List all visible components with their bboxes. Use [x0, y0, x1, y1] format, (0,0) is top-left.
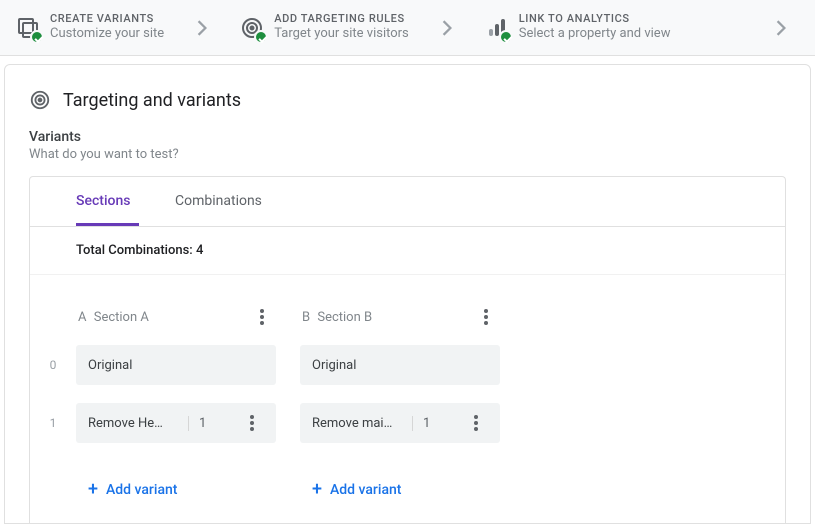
row-index: 1	[30, 403, 76, 443]
section-header-b: B Section B	[300, 299, 500, 345]
check-badge-icon	[499, 30, 513, 44]
targeting-variants-card: Targeting and variants Variants What do …	[4, 64, 811, 524]
variant-weight[interactable]: 1	[188, 416, 222, 431]
variants-hint: What do you want to test?	[5, 145, 810, 176]
add-variant-button[interactable]: + Add variant	[76, 461, 276, 499]
step-subtitle: Select a property and view	[519, 26, 671, 43]
add-variant-button[interactable]: + Add variant	[300, 461, 500, 499]
check-badge-icon	[30, 30, 44, 44]
row-index: 0	[30, 345, 76, 385]
section-menu-button[interactable]	[474, 305, 498, 329]
step-title: ADD TARGETING RULES	[274, 12, 409, 26]
step-subtitle: Customize your site	[50, 26, 164, 43]
variant-menu-button[interactable]	[464, 411, 488, 435]
variant-chip-original[interactable]: Original	[300, 345, 500, 385]
section-menu-button[interactable]	[250, 305, 274, 329]
target-icon	[29, 89, 51, 111]
variant-chip[interactable]: Remove mai… 1	[300, 403, 500, 443]
step-title: CREATE VARIANTS	[50, 12, 164, 26]
chevron-right-icon	[190, 16, 214, 40]
page-title: Targeting and variants	[63, 90, 241, 111]
step-add-targeting[interactable]: ADD TARGETING RULES Target your site vis…	[232, 12, 417, 43]
analytics-icon	[485, 16, 509, 40]
chevron-right-icon	[435, 16, 459, 40]
section-header-a: A Section A	[76, 299, 276, 345]
variant-menu-button[interactable]	[240, 411, 264, 435]
step-create-variants[interactable]: CREATE VARIANTS Customize your site	[8, 12, 172, 43]
setup-stepper: CREATE VARIANTS Customize your site ADD …	[0, 0, 815, 56]
variant-weight[interactable]: 1	[412, 416, 446, 431]
variants-icon	[16, 16, 40, 40]
chevron-right-icon	[769, 16, 793, 40]
tab-sections[interactable]: Sections	[76, 177, 139, 226]
step-subtitle: Target your site visitors	[274, 26, 409, 43]
tab-combinations[interactable]: Combinations	[175, 177, 262, 226]
variant-chip[interactable]: Remove He… 1	[76, 403, 276, 443]
sections-grid: A Section A B Section B 0 Original Origi…	[30, 275, 785, 523]
panel-tabs: Sections Combinations	[30, 177, 785, 227]
check-badge-icon	[254, 30, 268, 44]
plus-icon: +	[88, 481, 98, 499]
variant-chip-original[interactable]: Original	[76, 345, 276, 385]
total-combinations: Total Combinations: 4	[30, 227, 785, 275]
plus-icon: +	[312, 481, 322, 499]
target-icon	[240, 16, 264, 40]
step-title: LINK TO ANALYTICS	[519, 12, 671, 26]
step-link-analytics[interactable]: LINK TO ANALYTICS Select a property and …	[477, 12, 679, 43]
variants-panel: Sections Combinations Total Combinations…	[29, 176, 786, 523]
variants-heading: Variants	[5, 129, 810, 145]
